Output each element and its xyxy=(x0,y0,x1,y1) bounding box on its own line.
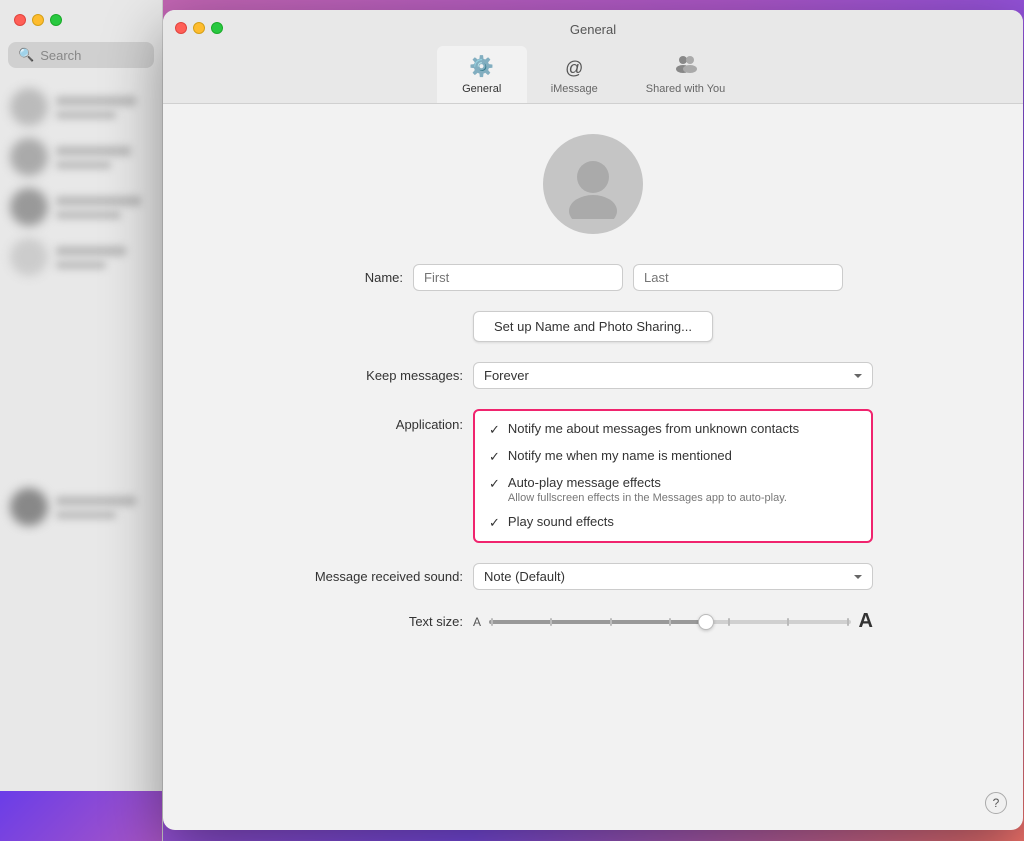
check-icon-3: ✓ xyxy=(489,476,500,492)
check-icon-2: ✓ xyxy=(489,449,500,465)
tick xyxy=(491,618,493,626)
close-button[interactable] xyxy=(14,14,26,26)
name-text xyxy=(56,96,136,106)
checkbox-sound-effects: ✓ Play sound effects xyxy=(489,514,857,531)
checkbox-label-3: Auto-play message effects xyxy=(508,475,787,490)
message-sound-select[interactable]: Note (Default) Bamboo Chord Glass Hero N… xyxy=(473,563,873,590)
name-text xyxy=(56,196,141,206)
checkbox-label-4: Play sound effects xyxy=(508,514,614,529)
text-size-row: Text size: A A xyxy=(313,610,873,633)
text-size-small-icon: A xyxy=(473,615,481,629)
preview-text xyxy=(56,261,106,269)
list-item[interactable] xyxy=(0,132,162,182)
tab-shared-label: Shared with You xyxy=(646,83,726,95)
name-row: Name: xyxy=(343,264,843,291)
checkbox-label-1: Notify me about messages from unknown co… xyxy=(508,421,799,436)
main-window: General ⚙️ General @ iMessage xyxy=(163,10,1023,830)
checkbox-name-mentioned: ✓ Notify me when my name is mentioned xyxy=(489,448,857,465)
tab-shared-with-you[interactable]: Shared with You xyxy=(622,45,750,103)
tab-general[interactable]: ⚙️ General xyxy=(437,46,527,103)
setup-name-photo-button[interactable]: Set up Name and Photo Sharing... xyxy=(473,311,713,342)
avatar xyxy=(10,88,48,126)
name-text xyxy=(56,246,126,256)
maximize-button[interactable] xyxy=(211,22,223,34)
user-avatar-icon xyxy=(558,149,628,219)
tab-imessage-label: iMessage xyxy=(551,83,598,95)
last-name-input[interactable] xyxy=(633,264,843,291)
avatar xyxy=(10,238,48,276)
search-bar[interactable]: 🔍 Search xyxy=(8,42,154,68)
slider-ticks xyxy=(489,618,851,626)
shared-icon xyxy=(675,53,697,79)
list-item[interactable] xyxy=(0,232,162,282)
search-label: Search xyxy=(40,48,81,63)
conversation-list xyxy=(0,78,162,791)
settings-content: Name: Set up Name and Photo Sharing... K… xyxy=(163,104,1023,830)
checkboxes-container: ✓ Notify me about messages from unknown … xyxy=(473,409,873,543)
text-size-large-icon: A xyxy=(859,610,873,633)
name-text xyxy=(56,496,136,506)
name-text xyxy=(56,146,131,156)
tick xyxy=(550,618,552,626)
checkbox-label-2: Notify me when my name is mentioned xyxy=(508,448,732,463)
check-icon-1: ✓ xyxy=(489,422,500,438)
keep-messages-select[interactable]: Forever 1 Year 30 Days xyxy=(473,362,873,389)
text-size-slider-track xyxy=(489,620,851,624)
checkbox-sub-3: Allow fullscreen effects in the Messages… xyxy=(508,492,787,504)
first-name-input[interactable] xyxy=(413,264,623,291)
application-section: Application: ✓ Notify me about messages … xyxy=(313,409,873,543)
keep-messages-label: Keep messages: xyxy=(313,368,463,383)
sidebar: 🔍 Search xyxy=(0,0,163,841)
window-title: General xyxy=(570,22,616,37)
message-sound-label: Message received sound: xyxy=(313,569,463,584)
list-item[interactable] xyxy=(0,82,162,132)
preview-text xyxy=(56,161,111,169)
check-icon-4: ✓ xyxy=(489,515,500,531)
preview-text xyxy=(56,111,116,119)
text-size-controls: A A xyxy=(473,610,873,633)
list-item[interactable] xyxy=(0,182,162,232)
maximize-button[interactable] xyxy=(50,14,62,26)
close-button[interactable] xyxy=(175,22,187,34)
gear-icon: ⚙️ xyxy=(469,54,494,79)
tab-bar: ⚙️ General @ iMessage Shared with You xyxy=(437,45,750,103)
list-item[interactable] xyxy=(0,482,162,532)
text-size-label: Text size: xyxy=(313,614,463,629)
keep-messages-row: Keep messages: Forever 1 Year 30 Days xyxy=(313,362,873,389)
checkbox-autoplay: ✓ Auto-play message effects Allow fullsc… xyxy=(489,475,857,504)
preview-text xyxy=(56,511,116,519)
title-bar: General ⚙️ General @ iMessage xyxy=(163,10,1023,104)
help-button[interactable]: ? xyxy=(985,792,1007,814)
tab-general-label: General xyxy=(462,83,501,95)
application-label: Application: xyxy=(313,409,463,543)
name-label: Name: xyxy=(343,270,403,285)
preview-text xyxy=(56,211,121,219)
search-icon: 🔍 xyxy=(18,47,34,63)
at-icon: @ xyxy=(565,58,583,79)
tick xyxy=(610,618,612,626)
avatar xyxy=(10,488,48,526)
tick xyxy=(669,618,671,626)
avatar xyxy=(10,138,48,176)
avatar xyxy=(10,188,48,226)
minimize-button[interactable] xyxy=(32,14,44,26)
checkbox-unknown-contacts: ✓ Notify me about messages from unknown … xyxy=(489,421,857,438)
tick xyxy=(847,618,849,626)
user-avatar[interactable] xyxy=(543,134,643,234)
window-controls xyxy=(175,22,223,34)
tick xyxy=(728,618,730,626)
minimize-button[interactable] xyxy=(193,22,205,34)
tab-imessage[interactable]: @ iMessage xyxy=(527,50,622,103)
message-sound-row: Message received sound: Note (Default) B… xyxy=(313,563,873,590)
tick xyxy=(787,618,789,626)
